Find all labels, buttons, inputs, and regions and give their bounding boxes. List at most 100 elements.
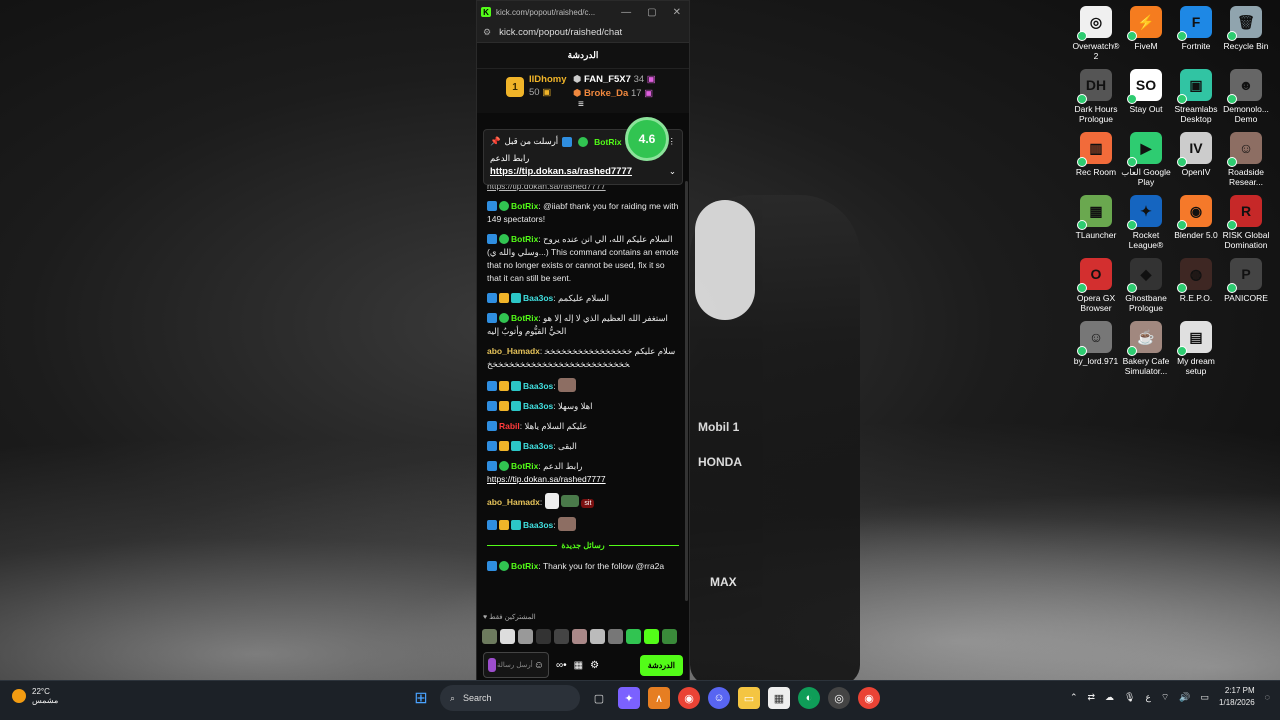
weather-widget[interactable]: 22°C مشمس [12, 687, 58, 705]
desktop-icon[interactable]: ▦ TLauncher [1070, 193, 1122, 250]
chat-username[interactable]: BotRix [511, 313, 538, 323]
chat-username[interactable]: Baa3os [523, 441, 553, 451]
leader-name[interactable]: Broke_Da [584, 88, 628, 99]
desktop-icon[interactable]: ☺ by_lord.971 [1070, 319, 1122, 376]
language-indicator[interactable]: ع [1145, 692, 1150, 703]
chat-username[interactable]: Baa3os [523, 520, 553, 530]
app-icon[interactable]: ∧ [648, 687, 670, 709]
message-link[interactable]: https://tip.dokan.sa/rashed7777 [487, 474, 606, 484]
chrome-icon[interactable]: ◉ [858, 687, 880, 709]
chat-message: BotRix: @iiabf thank you for raiding me … [487, 201, 679, 224]
bell-icon[interactable]: ◌ [1265, 692, 1270, 702]
shortcut-check-icon [1127, 157, 1137, 167]
emote-icon [561, 495, 580, 507]
desktop-icon[interactable]: P PANICORE [1220, 256, 1272, 313]
desktop-icon[interactable]: ☕ Bakery Cafe Simulator... [1120, 319, 1172, 376]
chat-username[interactable]: Baa3os [523, 401, 553, 411]
maximize-button[interactable]: ▢ [647, 7, 656, 18]
desktop-icon[interactable]: 🗑 Recycle Bin [1220, 4, 1272, 61]
clock[interactable]: 2:17 PM 1/18/2026 [1219, 685, 1255, 709]
desktop-icon[interactable]: O Opera GX Browser [1070, 256, 1122, 313]
leader-name[interactable]: FAN_F5X7 [584, 74, 631, 85]
emote-icon[interactable] [518, 629, 533, 644]
emote-icon[interactable] [536, 629, 551, 644]
desktop-icon[interactable]: ✦ Rocket League® [1120, 193, 1172, 250]
file-explorer-icon[interactable]: ▭ [738, 687, 760, 709]
chat-username[interactable]: abo_Hamadx [487, 346, 540, 356]
battery-icon[interactable]: ▭ [1201, 692, 1210, 703]
desktop-icon[interactable]: ☺ Roadside Resear... [1220, 130, 1272, 187]
wallpaper-logo: MAX [710, 575, 737, 589]
copilot-icon[interactable]: ✦ [618, 687, 640, 709]
emote-icon[interactable] [500, 629, 515, 644]
desktop-icon[interactable]: ◍ R.E.P.O. [1170, 256, 1222, 313]
gear-icon[interactable]: ⚙ [590, 660, 599, 671]
wallpaper-logo: HONDA [698, 455, 742, 469]
emote-icon[interactable] [572, 629, 587, 644]
desktop-icon[interactable]: ⚡ FiveM [1120, 4, 1172, 61]
chevron-down-icon[interactable]: ⌄ [669, 166, 676, 177]
obs-icon[interactable]: ◎ [828, 687, 850, 709]
close-button[interactable]: ✕ [673, 7, 681, 18]
emote-icon[interactable] [662, 629, 677, 644]
edge-icon[interactable]: ◐ [798, 687, 820, 709]
network-icon[interactable]: ⇄ [1087, 692, 1095, 703]
chat-username[interactable]: BotRix [511, 201, 538, 211]
task-view-icon[interactable]: ▢ [588, 687, 610, 709]
leader-name[interactable]: IIDhomy [529, 74, 566, 85]
emote-icon[interactable] [482, 629, 497, 644]
emote-icon[interactable] [626, 629, 641, 644]
chat-username[interactable]: BotRix [511, 461, 538, 471]
rating-badge[interactable]: 4.6 [625, 117, 669, 161]
store-icon[interactable]: ▦ [768, 687, 790, 709]
send-button[interactable]: الدردشة [639, 654, 683, 676]
wifi-icon[interactable]: ⌔ [1161, 692, 1169, 703]
microphone-icon[interactable]: 🎙 [1124, 692, 1135, 703]
desktop-icon[interactable]: ◆ Ghostbane Prologue [1120, 256, 1172, 313]
desktop-icon[interactable]: SO Stay Out [1120, 67, 1172, 124]
shortcut-check-icon [1177, 346, 1187, 356]
desktop-icon[interactable]: ◉ Blender 5.0 [1170, 193, 1222, 250]
url-text[interactable]: kick.com/popout/raished/chat [499, 27, 622, 38]
emote-icon[interactable] [590, 629, 605, 644]
pinned-user[interactable]: BotRix [594, 137, 621, 147]
chat-username[interactable]: Baa3os [523, 293, 553, 303]
points-icon[interactable]: ∞• [556, 660, 567, 671]
discord-icon[interactable]: ☺ [708, 687, 730, 709]
emote-icon[interactable] [644, 629, 659, 644]
chat-username[interactable]: Rabil [499, 421, 520, 431]
store-icon[interactable]: ▦ [574, 660, 583, 671]
wallpaper-driver: Mobil 1 HONDA MAX [690, 195, 860, 685]
minimize-button[interactable]: — [621, 7, 631, 18]
chrome-icon[interactable]: ◉ [678, 687, 700, 709]
chat-scrollbar[interactable] [685, 181, 688, 601]
desktop-icon[interactable]: ▣ Streamlabs Desktop [1170, 67, 1222, 124]
desktop-icon[interactable]: F Fortnite [1170, 4, 1222, 61]
emote-icon[interactable] [554, 629, 569, 644]
desktop-icon[interactable]: ▥ Rec Room [1070, 130, 1122, 187]
desktop-icon[interactable]: ▶ العاب Google Play [1120, 130, 1172, 187]
emoji-icon[interactable]: ☺ [534, 660, 544, 671]
message-input[interactable]: أرسل رسالة ☺ [483, 652, 549, 678]
pinned-link[interactable]: https://tip.dokan.sa/rashed7777 [490, 166, 632, 177]
chat-username[interactable]: BotRix [511, 234, 538, 244]
cloud-icon[interactable]: ☁ [1105, 692, 1114, 703]
chat-username[interactable]: abo_Hamadx [487, 497, 540, 507]
desktop-icon[interactable]: DH Dark Hours Prologue [1070, 67, 1122, 124]
chat-username[interactable]: BotRix [511, 561, 538, 571]
taskbar-search[interactable]: ⌕ Search [440, 685, 580, 711]
volume-icon[interactable]: 🔊 [1179, 692, 1190, 703]
site-settings-icon[interactable]: ⚙ [483, 27, 491, 38]
chevron-up-icon[interactable]: ⌃ [1070, 692, 1078, 703]
chat-username[interactable]: Baa3os [523, 381, 553, 391]
desktop-icon[interactable]: R RISK Global Domination [1220, 193, 1272, 250]
desktop-icon[interactable]: ☻ Demonolo... Demo [1220, 67, 1272, 124]
chat-message: Baa3os: البقى [487, 440, 679, 453]
windows-start-icon[interactable]: ⊞ [410, 687, 432, 709]
desktop-icon[interactable]: ▤ My dream setup [1170, 319, 1222, 376]
desktop-icon[interactable]: IV OpenIV [1170, 130, 1222, 187]
desktop-icon[interactable]: ◎ Overwatch® 2 [1070, 4, 1122, 61]
emote-icon[interactable] [608, 629, 623, 644]
address-bar[interactable]: ⚙ kick.com/popout/raished/chat [477, 23, 689, 43]
expand-leaderboard-icon[interactable]: ≡ [578, 99, 584, 110]
